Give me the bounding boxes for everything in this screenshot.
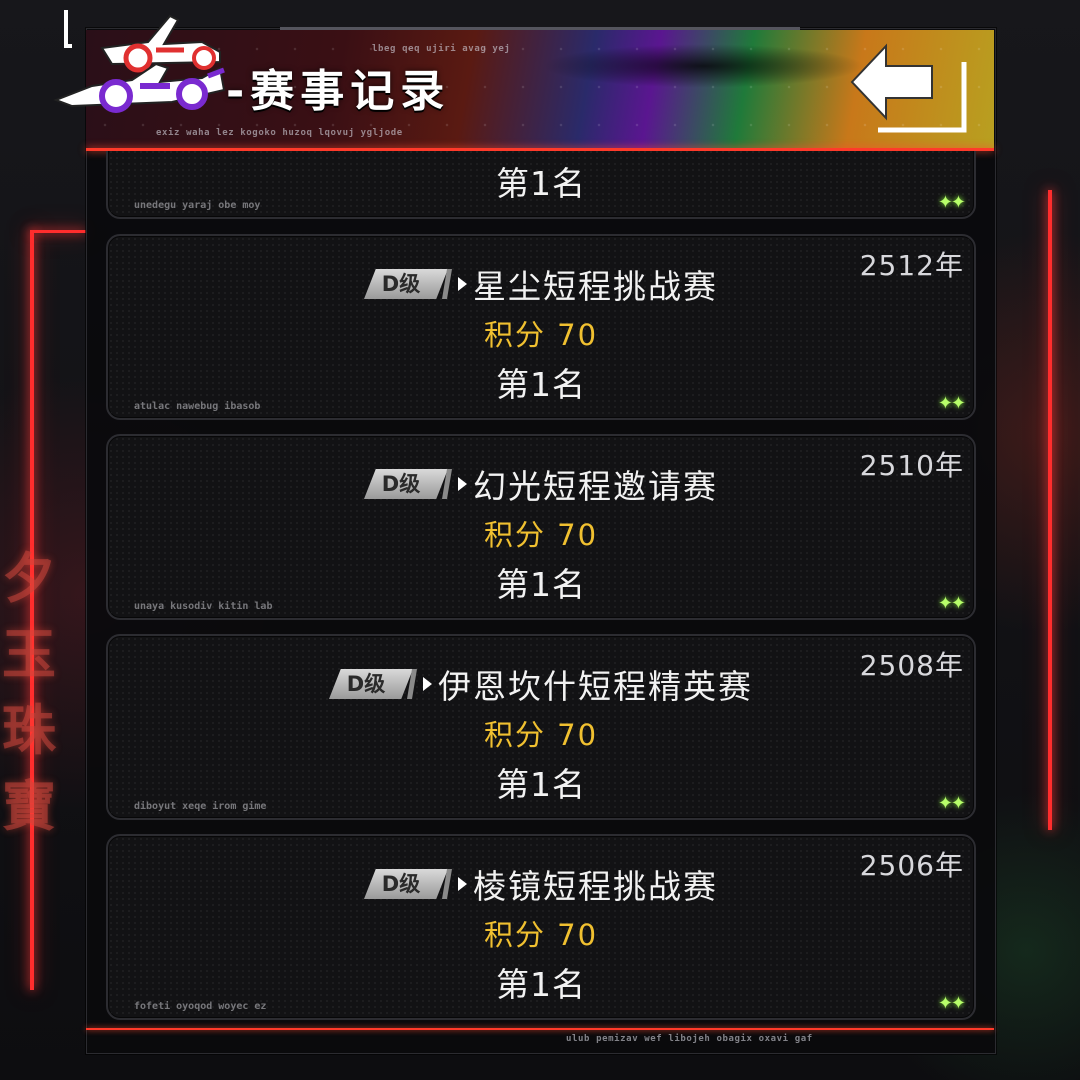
signage-char: 寶 xyxy=(2,774,56,838)
score-text: 积分 70 xyxy=(483,918,599,952)
record-title-row: D级 伊恩坎什短程精英赛 xyxy=(108,662,974,706)
grade-label: D级 xyxy=(346,672,386,696)
card-code-text: atulac nawebug ibasob xyxy=(134,401,261,412)
sparkle-icon: ✦✦ xyxy=(937,993,966,1014)
header-micro-text-top: lbeg qeq ujiri avag yej xyxy=(372,44,511,54)
triangle-arrow-icon xyxy=(458,277,467,291)
score-text: 积分 70 xyxy=(483,318,599,352)
grade-label: D级 xyxy=(381,472,421,496)
sparkle-icon: ✦✦ xyxy=(937,593,966,614)
grade-badge: D级 xyxy=(364,269,452,299)
sparkle-icon: ✦✦ xyxy=(937,192,966,213)
card-code-text: fofeti oyoqod woyec ez xyxy=(134,1001,267,1012)
score-text: 积分 70 xyxy=(483,518,599,552)
record-title-row: D级 棱镜短程挑战赛 xyxy=(108,862,974,906)
background-signage: 夕 玉 珠 寶 xyxy=(0,540,58,844)
race-name: 棱镜短程挑战赛 xyxy=(473,867,718,906)
signage-char: 夕 xyxy=(2,546,56,610)
header-micro-text-bottom: exiz waha lez kogoko huzoq lqovuj ygljod… xyxy=(156,128,403,138)
rank-text: 第1名 xyxy=(496,765,586,804)
grade-badge: D级 xyxy=(364,869,452,899)
card-code-text: unaya kusodiv kitin lab xyxy=(134,601,273,612)
rank-text: 第1名 xyxy=(496,965,586,1004)
rank-text: 第1名 xyxy=(496,565,586,604)
neon-line-right xyxy=(1048,190,1052,830)
triangle-arrow-icon xyxy=(458,477,467,491)
sparkle-icon: ✦✦ xyxy=(937,393,966,414)
triangle-arrow-icon xyxy=(423,677,432,691)
record-card[interactable]: 2512年 D级 星尘短程挑战赛 积分 70 第1名 atulac nawebu… xyxy=(106,234,976,420)
race-name: 伊恩坎什短程精英赛 xyxy=(438,667,753,706)
race-name: 星尘短程挑战赛 xyxy=(473,267,718,306)
signage-char: 玉 xyxy=(2,622,56,686)
records-list[interactable]: 第1名 unedegu yaraj obe moy ✦✦ 2512年 D级 星尘… xyxy=(86,151,994,1028)
card-code-text: diboyut xeqe irom gime xyxy=(134,801,267,812)
page-title: -赛事记录 xyxy=(226,66,451,117)
neon-line-left-top xyxy=(30,230,86,233)
record-card-partial[interactable]: 第1名 unedegu yaraj obe moy ✦✦ xyxy=(106,151,976,219)
sparkle-icon: ✦✦ xyxy=(937,793,966,814)
rank-text: 第1名 xyxy=(496,365,586,404)
back-arrow-icon xyxy=(850,43,967,133)
score-text: 积分 70 xyxy=(483,718,599,752)
footer-micro-text: ulub pemizav wef libojeh obagix oxavi ga… xyxy=(566,1034,813,1044)
race-name: 幻光短程邀请赛 xyxy=(473,467,718,506)
rank-text: 第1名 xyxy=(496,164,586,203)
record-card[interactable]: 2508年 D级 伊恩坎什短程精英赛 积分 70 第1名 diboyut xeq… xyxy=(106,634,976,820)
back-button[interactable] xyxy=(846,40,970,136)
grade-badge: D级 xyxy=(329,669,417,699)
grade-badge: D级 xyxy=(364,469,452,499)
footer-divider xyxy=(86,1028,994,1030)
record-card[interactable]: 2510年 D级 幻光短程邀请赛 积分 70 第1名 unaya kusodiv… xyxy=(106,434,976,620)
record-title-row: D级 星尘短程挑战赛 xyxy=(108,262,974,306)
race-car-logo-icon xyxy=(53,10,226,113)
card-code-text: unedegu yaraj obe moy xyxy=(134,200,261,211)
record-title-row: D级 幻光短程邀请赛 xyxy=(108,462,974,506)
signage-char: 珠 xyxy=(2,698,56,762)
grade-label: D级 xyxy=(381,272,421,296)
grade-label: D级 xyxy=(381,872,421,896)
record-card[interactable]: 2506年 D级 棱镜短程挑战赛 积分 70 第1名 fofeti oyoqod… xyxy=(106,834,976,1020)
triangle-arrow-icon xyxy=(458,877,467,891)
